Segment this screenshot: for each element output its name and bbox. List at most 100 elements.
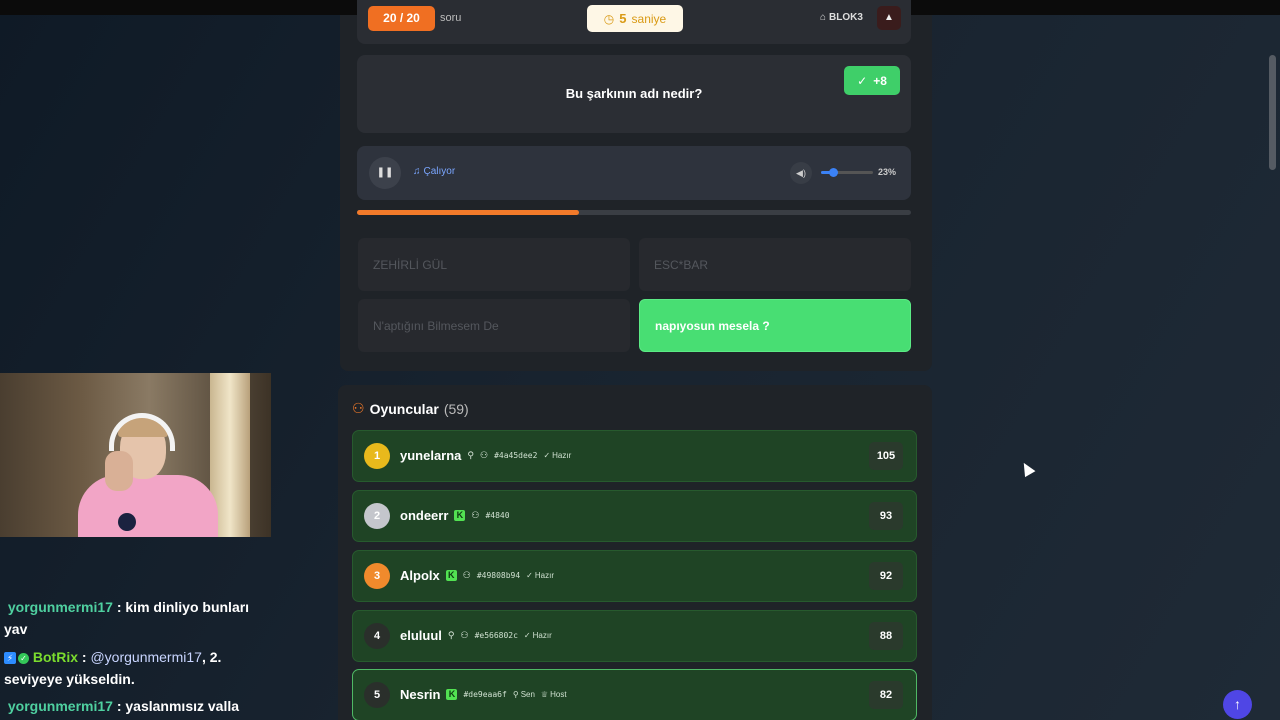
rank-badge: 3	[364, 563, 390, 589]
check-icon: ✓	[857, 73, 868, 88]
answer-option-4-correct[interactable]: napıyosun mesela ?	[639, 299, 911, 352]
points-value: +8	[873, 73, 887, 88]
chat-username: BotRix	[32, 649, 79, 665]
kick-icon: K	[454, 510, 466, 521]
streamer-hand	[105, 451, 133, 491]
answer-option-label: ESC*BAR	[654, 257, 709, 272]
room-tag: ⌂ BLOK3	[820, 12, 863, 23]
headphones-shape	[109, 413, 175, 451]
rank-badge: 4	[364, 623, 390, 649]
pause-icon: ❚❚	[376, 167, 394, 178]
check-circle-icon: ✓	[523, 631, 531, 640]
volume-percent: 23%	[878, 167, 897, 177]
page-scrollbar[interactable]	[1269, 55, 1276, 170]
timer-unit: saniye	[631, 11, 667, 26]
player-name: ondeerr	[400, 508, 449, 523]
add-friend-icon[interactable]: ⚇	[480, 450, 488, 461]
host-badge: ♕ Host	[541, 690, 567, 699]
question-counter: 20 / 20	[368, 6, 435, 31]
report-button[interactable]: ▲	[877, 6, 901, 30]
chat-username: yorgunmermi17	[7, 698, 113, 714]
player-score: 92	[869, 562, 903, 590]
answer-option-2[interactable]: ESC*BAR	[639, 238, 911, 291]
host-label: Host	[550, 690, 567, 699]
player-row-self: 5 Nesrin K #de9eaa6f ⚲ Sen ♕ Host 82	[352, 669, 917, 720]
answer-option-label: ZEHİRLİ GÜL	[373, 257, 448, 272]
player-id: #de9eaa6f	[463, 690, 507, 699]
chat-message: yorgunmermi17 : kim dinliyo bunları yav	[4, 596, 264, 640]
speaker-icon: ◀)	[796, 168, 806, 178]
user-icon: ⚲	[467, 450, 475, 460]
ready-label: Hazır	[552, 451, 572, 460]
volume-button[interactable]: ◀)	[790, 162, 812, 184]
music-note-icon: ♫	[413, 166, 421, 177]
scroll-to-top-button[interactable]: ↑	[1223, 690, 1252, 719]
webcam-overlay	[0, 373, 271, 537]
points-badge: ✓ +8	[844, 66, 900, 95]
kick-icon: K	[445, 570, 457, 581]
chat-separator: :	[112, 698, 126, 714]
player-id: #49808b94	[476, 571, 521, 580]
player-score: 105	[869, 442, 903, 470]
players-title-label: Oyuncular	[369, 400, 439, 417]
streamer-shirt	[78, 475, 218, 537]
rank-badge: 5	[364, 682, 390, 708]
add-friend-icon[interactable]: ⚇	[471, 510, 479, 521]
volume-slider-handle[interactable]	[828, 168, 838, 177]
tag-icon: ⌂	[820, 12, 827, 23]
check-circle-icon: ✓	[526, 571, 533, 580]
player-name: Alpolx	[400, 568, 440, 583]
timer-value: 5	[619, 11, 627, 26]
shirt-crest	[118, 513, 136, 531]
ready-badge: ✓ Hazır	[524, 631, 552, 640]
add-friend-icon[interactable]: ⚇	[460, 630, 468, 641]
pause-button[interactable]: ❚❚	[369, 157, 401, 189]
player-row: 4 eluluul ⚲ ⚇ #e566802c ✓ Hazır 88	[352, 610, 917, 662]
chat-text: yaslanmısız valla	[125, 698, 240, 714]
player-score: 88	[869, 622, 903, 650]
arrow-up-icon: ↑	[1234, 696, 1241, 712]
users-icon: ⚇	[352, 400, 365, 416]
players-title: ⚇ Oyuncular (59)	[352, 400, 469, 417]
clock-icon: ◷	[603, 11, 615, 26]
user-icon: ⚲	[447, 630, 455, 640]
player-score: 82	[869, 681, 903, 709]
warning-icon: ▲	[884, 12, 894, 23]
players-count: (59)	[443, 400, 469, 417]
player-id: #4840	[485, 511, 510, 520]
answer-option-label: N'aptığını Bilmesem De	[373, 318, 499, 333]
chat-username: yorgunmermi17	[7, 599, 113, 615]
player-row: 3 Alpolx K ⚇ #49808b94 ✓ Hazır 92	[352, 550, 917, 602]
player-name: Nesrin	[400, 687, 441, 702]
crown-icon: ♕	[540, 690, 549, 699]
ready-badge: ✓ Hazır	[543, 451, 571, 460]
kick-icon: K	[446, 689, 458, 700]
you-badge: ⚲ Sen	[513, 690, 535, 699]
player-id: #e566802c	[474, 631, 518, 640]
verified-icon: ✓	[18, 652, 29, 664]
chat-message: yorgunmermi17 : yaslanmısız valla	[4, 695, 264, 717]
player-name: yunelarna	[400, 448, 462, 463]
question-unit-label: soru	[440, 12, 462, 24]
ready-label: Hazır	[534, 571, 554, 580]
bot-badge-icon: ⚡	[4, 652, 16, 665]
question-text: Bu şarkının adı nedir?	[565, 86, 703, 101]
player-score: 93	[869, 502, 903, 530]
answer-option-3[interactable]: N'aptığını Bilmesem De	[358, 299, 630, 352]
chat-mention: @yorgunmermi17	[90, 649, 202, 665]
check-circle-icon: ✓	[543, 451, 551, 460]
user-icon: ⚲	[512, 690, 519, 699]
you-label: Sen	[520, 690, 535, 699]
chat-separator: :	[112, 599, 126, 615]
add-friend-icon[interactable]: ⚇	[463, 570, 471, 581]
ready-badge: ✓ Hazır	[526, 571, 554, 580]
rank-badge: 1	[364, 443, 390, 469]
mouse-cursor-icon	[1018, 459, 1036, 478]
playing-status: ♫ Çalıyor	[413, 166, 455, 177]
room-tag-label: BLOK3	[829, 12, 863, 23]
player-row: 1 yunelarna ⚲ ⚇ #4a45dee2 ✓ Hazır 105	[352, 430, 917, 482]
player-row: 2 ondeerr K ⚇ #4840 93	[352, 490, 917, 542]
chat-separator: :	[78, 649, 91, 665]
answer-option-1[interactable]: ZEHİRLİ GÜL	[358, 238, 630, 291]
ready-label: Hazır	[532, 631, 552, 640]
